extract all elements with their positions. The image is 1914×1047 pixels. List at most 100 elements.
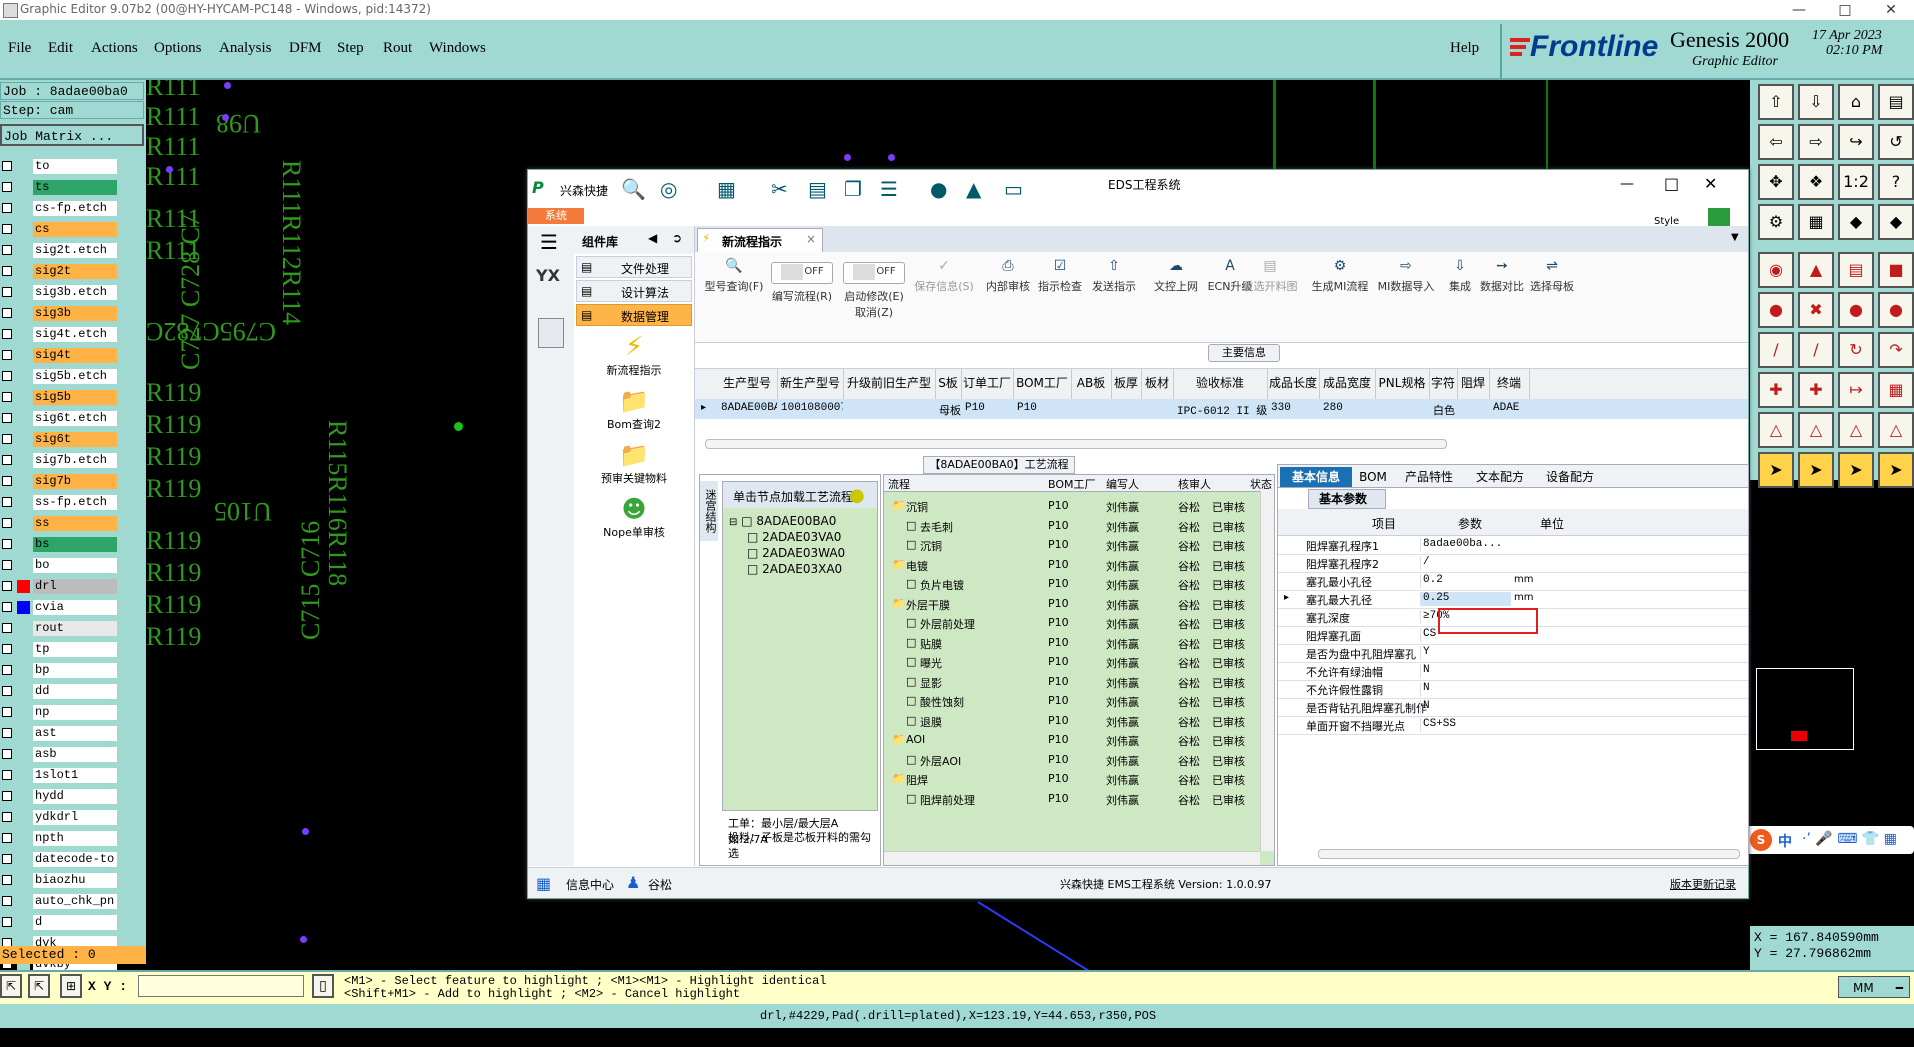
- layer-row[interactable]: sig3b.etch: [0, 284, 120, 301]
- layer-name[interactable]: bs: [33, 537, 117, 552]
- column-header[interactable]: 成品宽度: [1319, 369, 1376, 399]
- layer-checkbox[interactable]: [2, 896, 12, 906]
- coord-mode-icon[interactable]: ▯: [312, 974, 334, 998]
- layer-name[interactable]: hydd: [33, 789, 117, 804]
- right-icon[interactable]: ⇨: [1798, 124, 1834, 160]
- left-icon[interactable]: ⇦: [1758, 124, 1794, 160]
- units-select[interactable]: MM ━: [1838, 976, 1910, 998]
- job-matrix-button[interactable]: Job Matrix ...: [0, 124, 144, 146]
- ribbon-button-0[interactable]: 🔍 型号查询(F): [699, 254, 769, 334]
- layer-color-swatch[interactable]: [17, 223, 30, 236]
- layer-row[interactable]: ydkdrl: [0, 809, 120, 826]
- layer-row[interactable]: tp: [0, 641, 120, 658]
- layer-color-swatch[interactable]: [17, 832, 30, 845]
- line-icon[interactable]: ∕: [1798, 332, 1834, 368]
- layer-checkbox[interactable]: [2, 371, 12, 381]
- param-value[interactable]: /: [1420, 556, 1511, 570]
- settings-icon[interactable]: ⚙: [1758, 204, 1794, 240]
- layer-color-swatch[interactable]: [17, 622, 30, 635]
- ime-toolbar[interactable]: S 中 ·’ 🎤 ⌨ 👕 ▦: [1746, 826, 1914, 854]
- layer-color-swatch[interactable]: [17, 727, 30, 740]
- layer-color-swatch[interactable]: [17, 496, 30, 509]
- tab-list-icon[interactable]: ▼: [1731, 232, 1739, 243]
- layer-row[interactable]: hydd: [0, 788, 120, 805]
- home-icon[interactable]: ⌂: [1838, 84, 1874, 120]
- layer-name[interactable]: d: [33, 915, 117, 930]
- info-center-icon[interactable]: ▦: [536, 874, 551, 893]
- layer-name[interactable]: cvia: [33, 600, 117, 615]
- menu-windows[interactable]: Windows: [429, 40, 486, 57]
- square-icon[interactable]: ■: [1878, 252, 1914, 288]
- plus-icon[interactable]: ✚: [1798, 372, 1834, 408]
- theme-icon[interactable]: [1708, 208, 1730, 226]
- tab-close-icon[interactable]: ×: [806, 232, 816, 246]
- layer-name[interactable]: sig5b.etch: [33, 369, 117, 384]
- close-button[interactable]: ✕: [1868, 0, 1914, 20]
- layer-row[interactable]: sig3b: [0, 305, 120, 322]
- layer-row[interactable]: sig6t: [0, 431, 120, 448]
- layer-name[interactable]: ts: [33, 180, 117, 195]
- layer-color-swatch[interactable]: [17, 895, 30, 908]
- layer-checkbox[interactable]: [2, 686, 12, 696]
- layer-checkbox[interactable]: [2, 266, 12, 276]
- column-header[interactable]: 阻焊: [1457, 369, 1490, 399]
- toggle-switch[interactable]: OFF: [771, 262, 833, 284]
- layer-row[interactable]: sig5b.etch: [0, 368, 120, 385]
- layer-name[interactable]: 1slot1: [33, 768, 117, 783]
- tree-side-tab[interactable]: 迷宫结构: [700, 481, 718, 541]
- layer-name[interactable]: cs-fp.etch: [33, 201, 117, 216]
- column-header[interactable]: 板厚: [1111, 369, 1142, 399]
- layer-icon[interactable]: ▤: [1838, 252, 1874, 288]
- params-tab-1[interactable]: BOM: [1354, 467, 1392, 487]
- film-icon[interactable]: ▤: [808, 177, 827, 201]
- layer-row[interactable]: npth: [0, 830, 120, 847]
- top-view-icon[interactable]: ⇧: [1758, 84, 1794, 120]
- layer-checkbox[interactable]: [2, 455, 12, 465]
- ribbon-button-14[interactable]: ⇌ 选择母板: [1517, 254, 1587, 334]
- snap-icon[interactable]: ◆: [1838, 204, 1874, 240]
- layer-row[interactable]: sig2t: [0, 263, 120, 280]
- table-row[interactable]: 不允许假性露铜 N: [1278, 680, 1748, 699]
- bottom-view-icon[interactable]: ⇩: [1798, 84, 1834, 120]
- layer-row[interactable]: bo: [0, 557, 120, 574]
- yx-logo[interactable]: YX: [536, 266, 560, 285]
- ribbon-button-2[interactable]: OFF 启动修改(E) 取消(Z): [839, 254, 909, 334]
- horizontal-scrollbar[interactable]: [705, 439, 1447, 449]
- arc-icon[interactable]: ↻: [1838, 332, 1874, 368]
- cursor-icon[interactable]: ➤: [1838, 452, 1874, 488]
- layer-color-swatch[interactable]: [17, 706, 30, 719]
- column-header[interactable]: AB板: [1071, 369, 1112, 399]
- table-cell[interactable]: IPC-6012 II 级: [1177, 402, 1267, 418]
- layer-checkbox[interactable]: [2, 854, 12, 864]
- layer-row[interactable]: auto_chk_pn: [0, 893, 120, 910]
- flow-column-header[interactable]: 编写人: [1106, 476, 1139, 492]
- layer-color-swatch[interactable]: [17, 181, 30, 194]
- cursor-icon[interactable]: ➤: [1878, 452, 1914, 488]
- layer-name[interactable]: ydkdrl: [33, 810, 117, 825]
- ribbon-sublabel[interactable]: 取消(Z): [839, 304, 909, 320]
- param-value[interactable]: N: [1420, 682, 1511, 696]
- eds-maximize-button[interactable]: □: [1664, 174, 1679, 193]
- layer-color-swatch[interactable]: [17, 538, 30, 551]
- layer-checkbox[interactable]: [2, 287, 12, 297]
- layer-name[interactable]: np: [33, 705, 117, 720]
- collapse-icon[interactable]: ◀: [648, 231, 657, 245]
- layer-checkbox[interactable]: [2, 728, 12, 738]
- menu-edit[interactable]: Edit: [48, 40, 73, 57]
- table-row[interactable]: □ 外层AOI P10 刘伟赢 谷松 已审核: [884, 752, 1260, 770]
- layer-name[interactable]: sig3b: [33, 306, 117, 321]
- layer-row[interactable]: cs-fp.etch: [0, 200, 120, 217]
- eds-close-button[interactable]: ✕: [1704, 174, 1717, 193]
- column-header[interactable]: 订单工厂: [961, 369, 1014, 399]
- horizontal-scrollbar[interactable]: [884, 851, 1260, 865]
- hamburger-icon[interactable]: ☰: [540, 230, 558, 254]
- layer-row[interactable]: cs: [0, 221, 120, 238]
- layer-name[interactable]: ss: [33, 516, 117, 531]
- layer-checkbox[interactable]: [2, 245, 12, 255]
- layer-checkbox[interactable]: [2, 707, 12, 717]
- expand-icon[interactable]: ⊟: [729, 517, 737, 528]
- layer-checkbox[interactable]: [2, 917, 12, 927]
- layer-name[interactable]: sig7b: [33, 474, 117, 489]
- table-row[interactable]: □ 负片电镀 P10 刘伟赢 谷松 已审核: [884, 576, 1260, 594]
- layer-color-swatch[interactable]: [17, 475, 30, 488]
